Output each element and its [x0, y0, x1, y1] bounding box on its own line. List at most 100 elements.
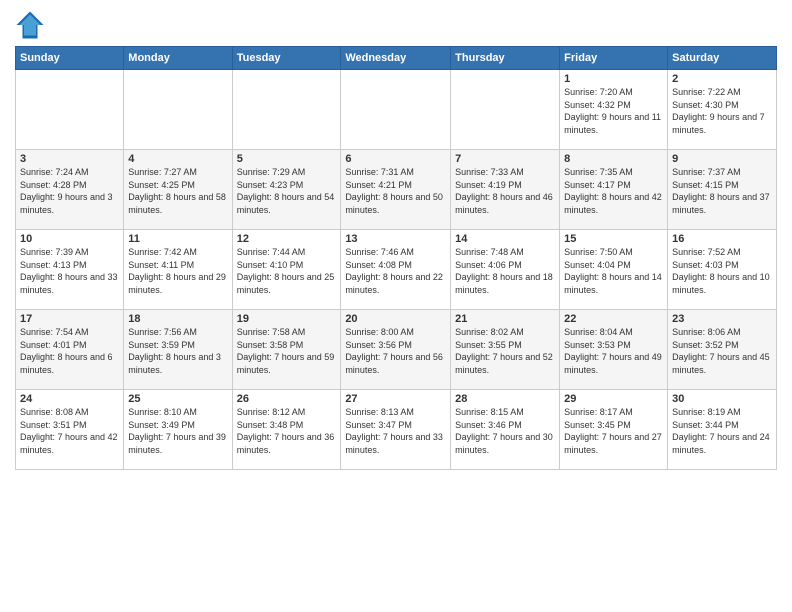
day-detail: Sunrise: 8:19 AMSunset: 3:44 PMDaylight:… — [672, 407, 770, 455]
day-detail: Sunrise: 7:24 AMSunset: 4:28 PMDaylight:… — [20, 167, 113, 215]
calendar-cell: 23 Sunrise: 8:06 AMSunset: 3:52 PMDaylig… — [668, 310, 777, 390]
calendar-cell: 24 Sunrise: 8:08 AMSunset: 3:51 PMDaylig… — [16, 390, 124, 470]
calendar-header: SundayMondayTuesdayWednesdayThursdayFrid… — [16, 47, 777, 70]
day-number: 5 — [237, 153, 337, 165]
calendar-cell: 21 Sunrise: 8:02 AMSunset: 3:55 PMDaylig… — [451, 310, 560, 390]
calendar-cell: 6 Sunrise: 7:31 AMSunset: 4:21 PMDayligh… — [341, 150, 451, 230]
day-number: 6 — [345, 153, 446, 165]
day-detail: Sunrise: 7:48 AMSunset: 4:06 PMDaylight:… — [455, 247, 553, 295]
header — [15, 10, 777, 40]
day-number: 26 — [237, 393, 337, 405]
calendar-cell: 8 Sunrise: 7:35 AMSunset: 4:17 PMDayligh… — [560, 150, 668, 230]
calendar-week: 3 Sunrise: 7:24 AMSunset: 4:28 PMDayligh… — [16, 150, 777, 230]
day-detail: Sunrise: 7:54 AMSunset: 4:01 PMDaylight:… — [20, 327, 113, 375]
calendar-week: 17 Sunrise: 7:54 AMSunset: 4:01 PMDaylig… — [16, 310, 777, 390]
calendar-week: 24 Sunrise: 8:08 AMSunset: 3:51 PMDaylig… — [16, 390, 777, 470]
day-number: 27 — [345, 393, 446, 405]
calendar-cell: 2 Sunrise: 7:22 AMSunset: 4:30 PMDayligh… — [668, 70, 777, 150]
calendar-week: 1 Sunrise: 7:20 AMSunset: 4:32 PMDayligh… — [16, 70, 777, 150]
day-detail: Sunrise: 7:46 AMSunset: 4:08 PMDaylight:… — [345, 247, 443, 295]
day-detail: Sunrise: 7:50 AMSunset: 4:04 PMDaylight:… — [564, 247, 662, 295]
day-number: 1 — [564, 73, 663, 85]
calendar-cell: 7 Sunrise: 7:33 AMSunset: 4:19 PMDayligh… — [451, 150, 560, 230]
calendar-cell — [232, 70, 341, 150]
day-detail: Sunrise: 8:08 AMSunset: 3:51 PMDaylight:… — [20, 407, 118, 455]
day-number: 12 — [237, 233, 337, 245]
day-detail: Sunrise: 7:37 AMSunset: 4:15 PMDaylight:… — [672, 167, 770, 215]
calendar-week: 10 Sunrise: 7:39 AMSunset: 4:13 PMDaylig… — [16, 230, 777, 310]
day-number: 24 — [20, 393, 119, 405]
day-detail: Sunrise: 8:13 AMSunset: 3:47 PMDaylight:… — [345, 407, 443, 455]
day-number: 13 — [345, 233, 446, 245]
calendar-cell — [16, 70, 124, 150]
calendar-cell: 29 Sunrise: 8:17 AMSunset: 3:45 PMDaylig… — [560, 390, 668, 470]
calendar-cell: 25 Sunrise: 8:10 AMSunset: 3:49 PMDaylig… — [124, 390, 232, 470]
day-number: 2 — [672, 73, 772, 85]
calendar-cell: 13 Sunrise: 7:46 AMSunset: 4:08 PMDaylig… — [341, 230, 451, 310]
calendar-cell — [341, 70, 451, 150]
day-detail: Sunrise: 7:20 AMSunset: 4:32 PMDaylight:… — [564, 87, 661, 135]
day-detail: Sunrise: 8:10 AMSunset: 3:49 PMDaylight:… — [128, 407, 226, 455]
day-number: 29 — [564, 393, 663, 405]
day-detail: Sunrise: 7:29 AMSunset: 4:23 PMDaylight:… — [237, 167, 335, 215]
day-detail: Sunrise: 7:44 AMSunset: 4:10 PMDaylight:… — [237, 247, 335, 295]
calendar-cell: 3 Sunrise: 7:24 AMSunset: 4:28 PMDayligh… — [16, 150, 124, 230]
calendar-cell: 27 Sunrise: 8:13 AMSunset: 3:47 PMDaylig… — [341, 390, 451, 470]
day-detail: Sunrise: 8:15 AMSunset: 3:46 PMDaylight:… — [455, 407, 553, 455]
day-detail: Sunrise: 8:06 AMSunset: 3:52 PMDaylight:… — [672, 327, 770, 375]
calendar-cell: 12 Sunrise: 7:44 AMSunset: 4:10 PMDaylig… — [232, 230, 341, 310]
logo-icon — [15, 10, 45, 40]
day-number: 28 — [455, 393, 555, 405]
day-number: 14 — [455, 233, 555, 245]
calendar-cell — [124, 70, 232, 150]
page: SundayMondayTuesdayWednesdayThursdayFrid… — [0, 0, 792, 612]
header-day: Monday — [124, 47, 232, 70]
calendar-cell: 16 Sunrise: 7:52 AMSunset: 4:03 PMDaylig… — [668, 230, 777, 310]
day-number: 3 — [20, 153, 119, 165]
day-detail: Sunrise: 8:12 AMSunset: 3:48 PMDaylight:… — [237, 407, 335, 455]
header-day: Saturday — [668, 47, 777, 70]
header-day: Sunday — [16, 47, 124, 70]
day-number: 17 — [20, 313, 119, 325]
calendar-cell: 17 Sunrise: 7:54 AMSunset: 4:01 PMDaylig… — [16, 310, 124, 390]
calendar-cell: 28 Sunrise: 8:15 AMSunset: 3:46 PMDaylig… — [451, 390, 560, 470]
day-detail: Sunrise: 7:35 AMSunset: 4:17 PMDaylight:… — [564, 167, 662, 215]
day-detail: Sunrise: 7:42 AMSunset: 4:11 PMDaylight:… — [128, 247, 226, 295]
header-day: Thursday — [451, 47, 560, 70]
calendar-cell: 30 Sunrise: 8:19 AMSunset: 3:44 PMDaylig… — [668, 390, 777, 470]
day-number: 25 — [128, 393, 227, 405]
day-number: 10 — [20, 233, 119, 245]
day-number: 18 — [128, 313, 227, 325]
header-day: Friday — [560, 47, 668, 70]
calendar-cell — [451, 70, 560, 150]
day-number: 22 — [564, 313, 663, 325]
day-detail: Sunrise: 8:04 AMSunset: 3:53 PMDaylight:… — [564, 327, 662, 375]
calendar-cell: 14 Sunrise: 7:48 AMSunset: 4:06 PMDaylig… — [451, 230, 560, 310]
calendar: SundayMondayTuesdayWednesdayThursdayFrid… — [15, 46, 777, 470]
day-detail: Sunrise: 8:17 AMSunset: 3:45 PMDaylight:… — [564, 407, 662, 455]
day-detail: Sunrise: 7:52 AMSunset: 4:03 PMDaylight:… — [672, 247, 770, 295]
calendar-cell: 15 Sunrise: 7:50 AMSunset: 4:04 PMDaylig… — [560, 230, 668, 310]
day-number: 20 — [345, 313, 446, 325]
calendar-body: 1 Sunrise: 7:20 AMSunset: 4:32 PMDayligh… — [16, 70, 777, 470]
day-number: 11 — [128, 233, 227, 245]
calendar-cell: 4 Sunrise: 7:27 AMSunset: 4:25 PMDayligh… — [124, 150, 232, 230]
calendar-cell: 11 Sunrise: 7:42 AMSunset: 4:11 PMDaylig… — [124, 230, 232, 310]
header-day: Wednesday — [341, 47, 451, 70]
calendar-cell: 1 Sunrise: 7:20 AMSunset: 4:32 PMDayligh… — [560, 70, 668, 150]
day-detail: Sunrise: 7:31 AMSunset: 4:21 PMDaylight:… — [345, 167, 443, 215]
calendar-cell: 20 Sunrise: 8:00 AMSunset: 3:56 PMDaylig… — [341, 310, 451, 390]
day-number: 4 — [128, 153, 227, 165]
calendar-cell: 19 Sunrise: 7:58 AMSunset: 3:58 PMDaylig… — [232, 310, 341, 390]
day-detail: Sunrise: 8:02 AMSunset: 3:55 PMDaylight:… — [455, 327, 553, 375]
day-number: 9 — [672, 153, 772, 165]
calendar-cell: 22 Sunrise: 8:04 AMSunset: 3:53 PMDaylig… — [560, 310, 668, 390]
day-detail: Sunrise: 7:56 AMSunset: 3:59 PMDaylight:… — [128, 327, 221, 375]
day-number: 21 — [455, 313, 555, 325]
day-number: 15 — [564, 233, 663, 245]
day-number: 23 — [672, 313, 772, 325]
calendar-cell: 5 Sunrise: 7:29 AMSunset: 4:23 PMDayligh… — [232, 150, 341, 230]
day-number: 16 — [672, 233, 772, 245]
day-number: 8 — [564, 153, 663, 165]
day-number: 30 — [672, 393, 772, 405]
